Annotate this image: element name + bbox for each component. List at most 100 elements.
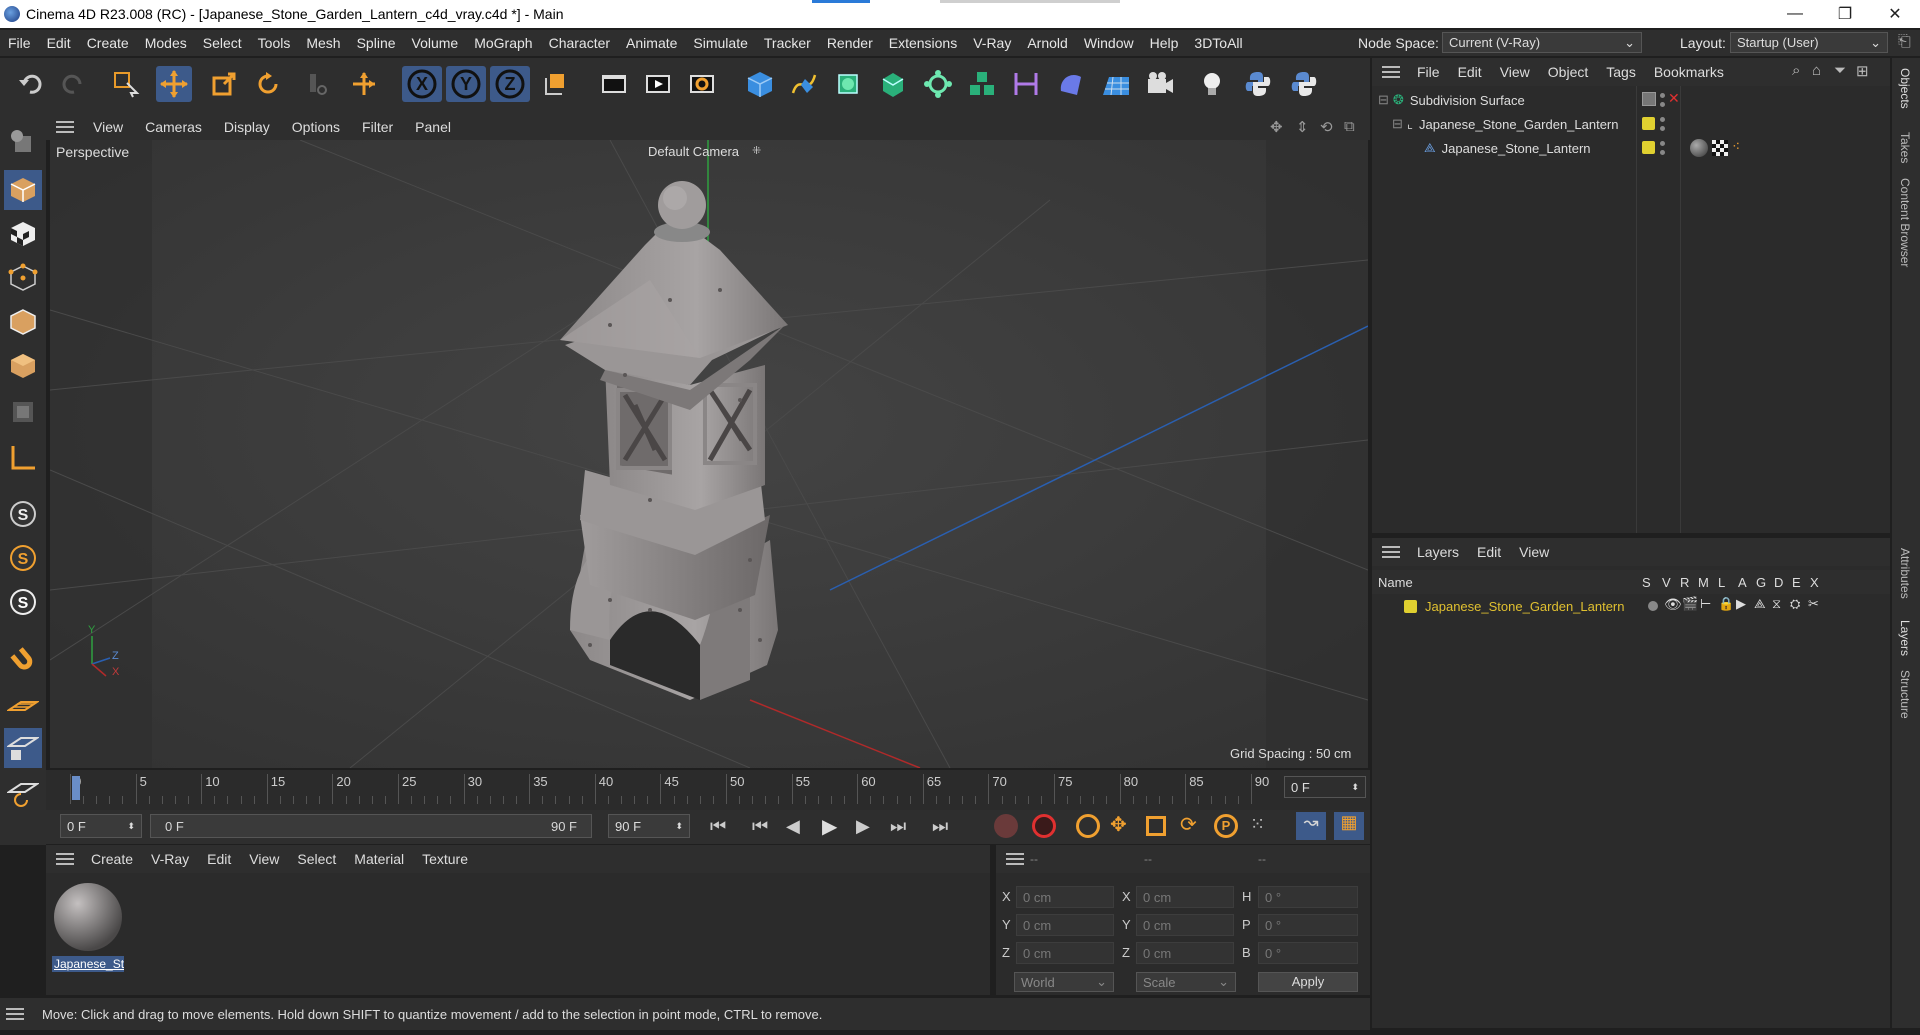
manager-icon[interactable]: ⊢ — [1700, 596, 1711, 612]
pan-view-icon[interactable]: ✥ — [1270, 118, 1283, 136]
viewport-menu-display[interactable]: Display — [213, 119, 281, 135]
recent-tool-icon[interactable] — [300, 66, 336, 102]
material-menu-view[interactable]: View — [240, 851, 288, 867]
rotate-view-icon[interactable]: ⟲ — [1320, 118, 1333, 136]
previous-frame-icon[interactable]: ◀ — [786, 816, 800, 837]
layer-menu-edit[interactable]: Edit — [1468, 544, 1510, 560]
viewport-menu-view[interactable]: View — [82, 119, 134, 135]
pen-spline-icon[interactable] — [786, 66, 822, 102]
menu-character[interactable]: Character — [541, 35, 618, 51]
status-menu-icon[interactable] — [6, 1008, 24, 1020]
solo-icon[interactable]: S — [4, 494, 42, 534]
material-menu-select[interactable]: Select — [288, 851, 345, 867]
object-menu-object[interactable]: Object — [1539, 64, 1597, 80]
node-space-select[interactable]: Current (V-Ray) ⌄ — [1442, 32, 1642, 53]
render-picture-viewer-icon[interactable] — [640, 66, 676, 102]
record-keys-icon[interactable] — [994, 814, 1018, 838]
material-menu-icon[interactable] — [56, 853, 74, 865]
menu-3dtoall[interactable]: 3DToAll — [1186, 35, 1250, 51]
filter-icon[interactable]: ⏷ — [1834, 62, 1846, 79]
active-camera-label[interactable]: Default Camera — [648, 144, 739, 159]
snap-magnet-icon[interactable] — [4, 640, 42, 680]
rotate-tool-icon[interactable] — [250, 66, 286, 102]
menu-arnold[interactable]: Arnold — [1019, 35, 1075, 51]
menu-tracker[interactable]: Tracker — [756, 35, 819, 51]
rotation-b-field[interactable]: 0 ° — [1258, 942, 1358, 964]
search-icon[interactable]: ⌕ — [1792, 62, 1800, 79]
texture-tag-icon[interactable] — [1712, 140, 1728, 156]
visibility-dots-icon[interactable] — [1660, 141, 1665, 155]
play-icon[interactable]: ▶ — [822, 814, 837, 839]
close-button[interactable]: ✕ — [1870, 0, 1920, 28]
viewport-menu-filter[interactable]: Filter — [351, 119, 404, 135]
menu-volume[interactable]: Volume — [404, 35, 467, 51]
visible-eye-icon[interactable]: 👁 — [1664, 596, 1682, 613]
animation-play-icon[interactable]: ▶ — [1736, 596, 1746, 612]
collapse-icon[interactable]: ⊟ — [1378, 92, 1389, 108]
python-script-icon[interactable] — [1286, 66, 1322, 102]
viewport-menu-options[interactable]: Options — [281, 119, 351, 135]
solo-selection-icon[interactable]: S — [4, 538, 42, 578]
render-view-icon[interactable] — [596, 66, 632, 102]
move-tool-icon[interactable] — [156, 66, 192, 102]
extrude-icon[interactable] — [874, 66, 910, 102]
planar-workplane-icon[interactable] — [4, 774, 42, 814]
model-mode-icon[interactable] — [4, 170, 42, 210]
rotation-key-icon[interactable]: ⟳ — [1180, 812, 1197, 837]
cube-icon[interactable] — [742, 66, 778, 102]
end-frame-field[interactable]: 90 F ⬍ — [608, 814, 690, 838]
size-mode-select[interactable]: Scale ⌄ — [1136, 972, 1236, 992]
axis-mode-icon[interactable] — [4, 438, 42, 478]
position-z-field[interactable]: 0 cm — [1016, 942, 1114, 964]
scale-key-icon[interactable] — [1146, 816, 1166, 836]
menu-render[interactable]: Render — [819, 35, 881, 51]
field-icon[interactable] — [1052, 66, 1088, 102]
material-menu-texture[interactable]: Texture — [413, 851, 477, 867]
layer-color-swatch[interactable] — [1404, 599, 1417, 613]
x-axis-icon[interactable]: X — [402, 66, 442, 102]
tab-objects[interactable]: Objects — [1898, 68, 1912, 109]
coordinates-menu-icon[interactable] — [1006, 853, 1024, 865]
menu-help[interactable]: Help — [1142, 35, 1187, 51]
y-axis-icon[interactable]: Y — [446, 66, 486, 102]
timeline-ruler[interactable]: 051015202530354045505560657075808590 0 F… — [46, 770, 1370, 810]
position-key-icon[interactable]: ✥ — [1110, 812, 1127, 837]
zoom-view-icon[interactable]: ⇕ — [1296, 118, 1309, 136]
goto-next-key-icon[interactable]: ⏭ — [890, 816, 906, 837]
subdivision-surface-icon[interactable] — [830, 66, 866, 102]
apply-button[interactable]: Apply — [1258, 972, 1358, 992]
render-clapper-icon[interactable]: 🎬 — [1682, 596, 1698, 612]
object-row-stone-lantern[interactable]: ⟁ Japanese_Stone_Lantern ⁖ — [1372, 136, 1890, 160]
next-frame-icon[interactable]: ▶ — [856, 816, 870, 837]
object-menu-icon[interactable] — [1382, 66, 1400, 78]
minimize-button[interactable]: — — [1770, 0, 1820, 28]
keyframe-selection-icon[interactable] — [1076, 814, 1100, 838]
light-icon[interactable] — [1194, 66, 1230, 102]
menu-create[interactable]: Create — [79, 35, 137, 51]
coordinate-mode-select[interactable]: World ⌄ — [1014, 972, 1114, 992]
make-editable-icon[interactable] — [4, 122, 42, 162]
restore-button[interactable]: ❐ — [1820, 0, 1870, 28]
menu-spline[interactable]: Spline — [349, 35, 404, 51]
undo-icon[interactable] — [12, 66, 48, 102]
parameter-key-icon[interactable]: P — [1214, 814, 1238, 838]
menu-vray[interactable]: V-Ray — [965, 35, 1019, 51]
generators-icon[interactable]: ⟁ — [1754, 596, 1766, 612]
transform-tool-icon[interactable] — [346, 66, 382, 102]
material-swatch[interactable]: Japanese_St — [52, 881, 124, 973]
maximize-view-icon[interactable]: ⧉ — [1344, 118, 1355, 135]
object-menu-file[interactable]: File — [1408, 64, 1449, 80]
xref-icon[interactable]: ✂ — [1808, 596, 1819, 612]
menu-animate[interactable]: Animate — [618, 35, 685, 51]
floor-icon[interactable] — [1098, 66, 1134, 102]
expressions-icon[interactable]: ⛭ — [1790, 596, 1800, 612]
layout-lock-icon[interactable]: ⎗ — [1898, 33, 1911, 51]
goto-end-icon[interactable]: ⏭ — [932, 816, 948, 837]
autokey-icon[interactable] — [1032, 814, 1056, 838]
layer-menu-layers[interactable]: Layers — [1408, 544, 1468, 560]
frame-range-slider[interactable]: 0 F 90 F — [150, 814, 592, 838]
size-z-field[interactable]: 0 cm — [1136, 942, 1234, 964]
points-mode-icon[interactable] — [4, 258, 42, 298]
goto-start-icon[interactable]: ⏮ — [710, 816, 726, 837]
layer-menu-icon[interactable] — [1382, 546, 1400, 558]
